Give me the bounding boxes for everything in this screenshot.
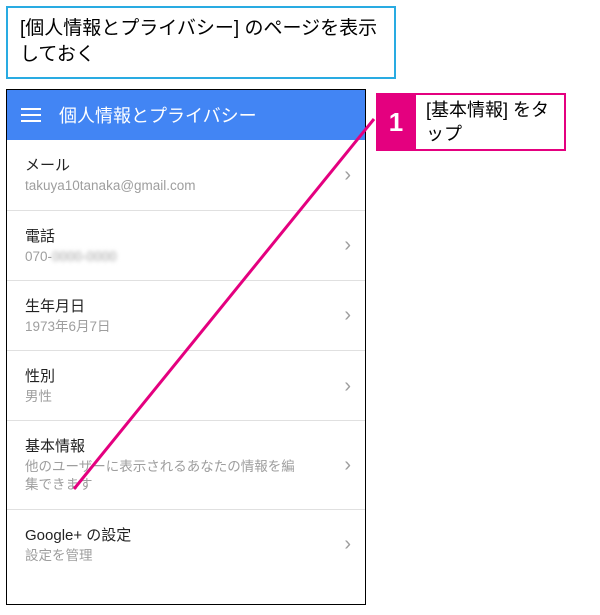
list-item-title: Google+ の設定 [25,524,349,545]
list-item-sub: 男性 [25,388,295,406]
phone-frame: 個人情報とプライバシー メール takuya10tanaka@gmail.com… [6,89,366,605]
list-item-sub: 070-0000-0000 [25,248,295,266]
list-item[interactable]: 電話 070-0000-0000 › [7,211,365,281]
list-item-basic-info[interactable]: 基本情報 他のユーザーに表示されるあなたの情報を編集できます › [7,421,365,509]
app-bar-title: 個人情報とプライバシー [59,102,257,128]
stage: 個人情報とプライバシー メール takuya10tanaka@gmail.com… [6,89,594,609]
chevron-right-icon: › [344,455,351,475]
hamburger-icon[interactable] [21,108,41,122]
app-bar: 個人情報とプライバシー [7,90,365,140]
chevron-right-icon: › [344,376,351,396]
list-item-title: メール [25,154,349,175]
list-item-title: 電話 [25,225,349,246]
list-item[interactable]: 生年月日 1973年6月7日 › [7,281,365,351]
instruction-callout: [個人情報とプライバシー] のページを表示しておく [6,6,396,79]
step-number-badge: 1 [376,93,416,151]
chevron-right-icon: › [344,534,351,554]
list-item-sub: 設定を管理 [25,547,295,565]
list-item-sub: 他のユーザーに表示されるあなたの情報を編集できます [25,458,295,494]
list-item-title: 基本情報 [25,435,349,456]
chevron-right-icon: › [344,305,351,325]
list-item-sub: takuya10tanaka@gmail.com [25,177,295,195]
settings-list: メール takuya10tanaka@gmail.com › 電話 070-00… [7,140,365,579]
list-item-title: 性別 [25,365,349,386]
list-item-title: 生年月日 [25,295,349,316]
list-item[interactable]: 性別 男性 › [7,351,365,421]
list-item-sub: 1973年6月7日 [25,318,295,336]
chevron-right-icon: › [344,165,351,185]
list-item[interactable]: メール takuya10tanaka@gmail.com › [7,140,365,210]
step-callout: 1 [基本情報] をタップ [376,93,566,151]
chevron-right-icon: › [344,235,351,255]
list-item[interactable]: Google+ の設定 設定を管理 › [7,510,365,579]
step-text: [基本情報] をタップ [416,93,566,151]
